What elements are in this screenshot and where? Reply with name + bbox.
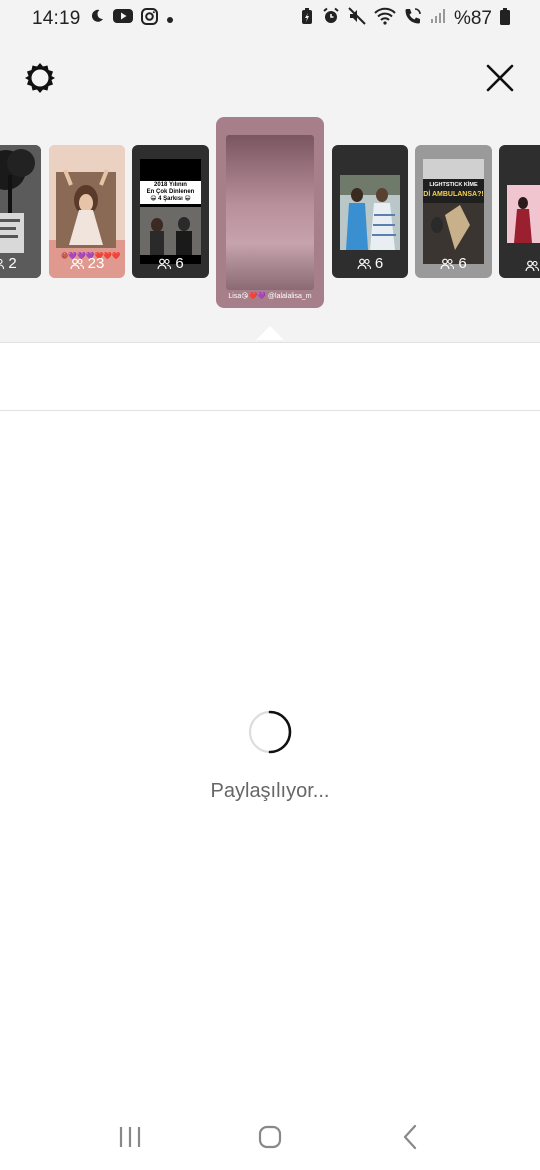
recent-apps-icon [119, 1127, 141, 1147]
story-1-viewer-count: 2 [8, 255, 17, 272]
status-bar: 14:19 %87 [0, 0, 540, 38]
story-3-title-line-2: En Çok Dinlenen [146, 189, 195, 195]
viewers-icon [525, 260, 539, 272]
story-4-content [226, 135, 314, 290]
wifi-icon [374, 7, 396, 31]
home-button[interactable] [250, 1117, 290, 1157]
story-thumbnail-3[interactable]: 2018 Yılının En Çok Dinlenen 😁 4 Şarkısı… [132, 145, 209, 278]
story-5-viewer-count: 6 [374, 255, 384, 272]
story-2-viewers: 23 [49, 255, 125, 272]
viewers-icon [440, 258, 455, 269]
story-viewer-panel: 2 😁💜💜💜❤️❤️❤️ 23 2018 Yılının En Çok Dinl… [0, 38, 540, 342]
status-bar-right: %87 [300, 7, 510, 31]
story-3-image [140, 207, 201, 255]
back-button[interactable] [390, 1117, 430, 1157]
selected-story-pointer [256, 326, 284, 340]
story-thumbnail-7[interactable] [499, 145, 540, 278]
story-3-content: 2018 Yılının En Çok Dinlenen 😁 4 Şarkısı… [140, 159, 201, 264]
status-time: 14:19 [32, 8, 81, 29]
battery-saver-icon [300, 7, 314, 31]
story-3-viewers: 6 [132, 255, 209, 272]
youtube-icon [112, 8, 133, 30]
story-6-viewers: 6 [415, 255, 492, 272]
story-6-banner: LIGHTSTICK KİME Dİ AMBULANSA?! [423, 181, 484, 199]
sharing-status-text: Paylaşılıyor... [210, 780, 330, 802]
story-5-viewers: 6 [332, 255, 408, 272]
wifi-call-icon [404, 7, 422, 31]
signal-icon [430, 8, 446, 30]
story-6-viewer-count: 6 [458, 255, 467, 272]
viewers-icon [157, 258, 172, 269]
story-thumbnail-2[interactable]: 😁💜💜💜❤️❤️❤️ 23 [49, 145, 125, 278]
battery-percent: %87 [453, 8, 492, 29]
story-3-title-line-3: 😁 4 Şarkısı 😁 [150, 196, 191, 202]
story-4-caption: Lisa😘❤️💜 @lalalalisa_m [228, 293, 312, 300]
story-6-banner-line-2: Dİ AMBULANSA?! [423, 191, 484, 198]
story-3-viewer-count: 6 [175, 255, 184, 272]
viewers-icon [357, 258, 371, 269]
viewers-icon [70, 258, 84, 269]
story-3-title-box: 2018 Yılının En Çok Dinlenen 😁 4 Şarkısı… [140, 181, 201, 204]
story-thumbnail-4-selected[interactable]: Lisa😘❤️💜 @lalalalisa_m [216, 117, 324, 308]
viewers-icon [0, 258, 5, 269]
battery-icon [500, 7, 510, 31]
section-divider [0, 410, 540, 411]
story-thumbnail-strip: 2 😁💜💜💜❤️❤️❤️ 23 2018 Yılının En Çok Dinl… [0, 38, 540, 342]
panel-divider [0, 342, 540, 343]
story-1-viewers: 2 [0, 255, 41, 272]
instagram-icon [140, 7, 158, 31]
back-icon [403, 1124, 417, 1150]
home-icon [258, 1125, 282, 1149]
moon-icon [89, 8, 105, 30]
loading-spinner-icon [248, 710, 292, 754]
dot-icon [166, 8, 174, 30]
story-2-viewer-count: 23 [87, 255, 105, 272]
story-thumbnail-5[interactable]: 6 [332, 145, 408, 278]
status-bar-left: 14:19 [32, 7, 174, 31]
story-3-title-line-1: 2018 Yılının [154, 182, 187, 188]
mute-icon [348, 7, 366, 31]
alarm-icon [322, 7, 340, 31]
story-thumbnail-1[interactable]: 2 [0, 145, 41, 278]
story-7-image [507, 185, 540, 243]
story-thumbnail-6[interactable]: LIGHTSTICK KİME Dİ AMBULANSA?! 6 [415, 145, 492, 278]
system-nav-bar [0, 1104, 540, 1170]
recent-apps-button[interactable] [110, 1117, 150, 1157]
story-7-viewers [499, 260, 540, 272]
story-6-banner-line-1: LIGHTSTICK KİME [429, 182, 478, 188]
